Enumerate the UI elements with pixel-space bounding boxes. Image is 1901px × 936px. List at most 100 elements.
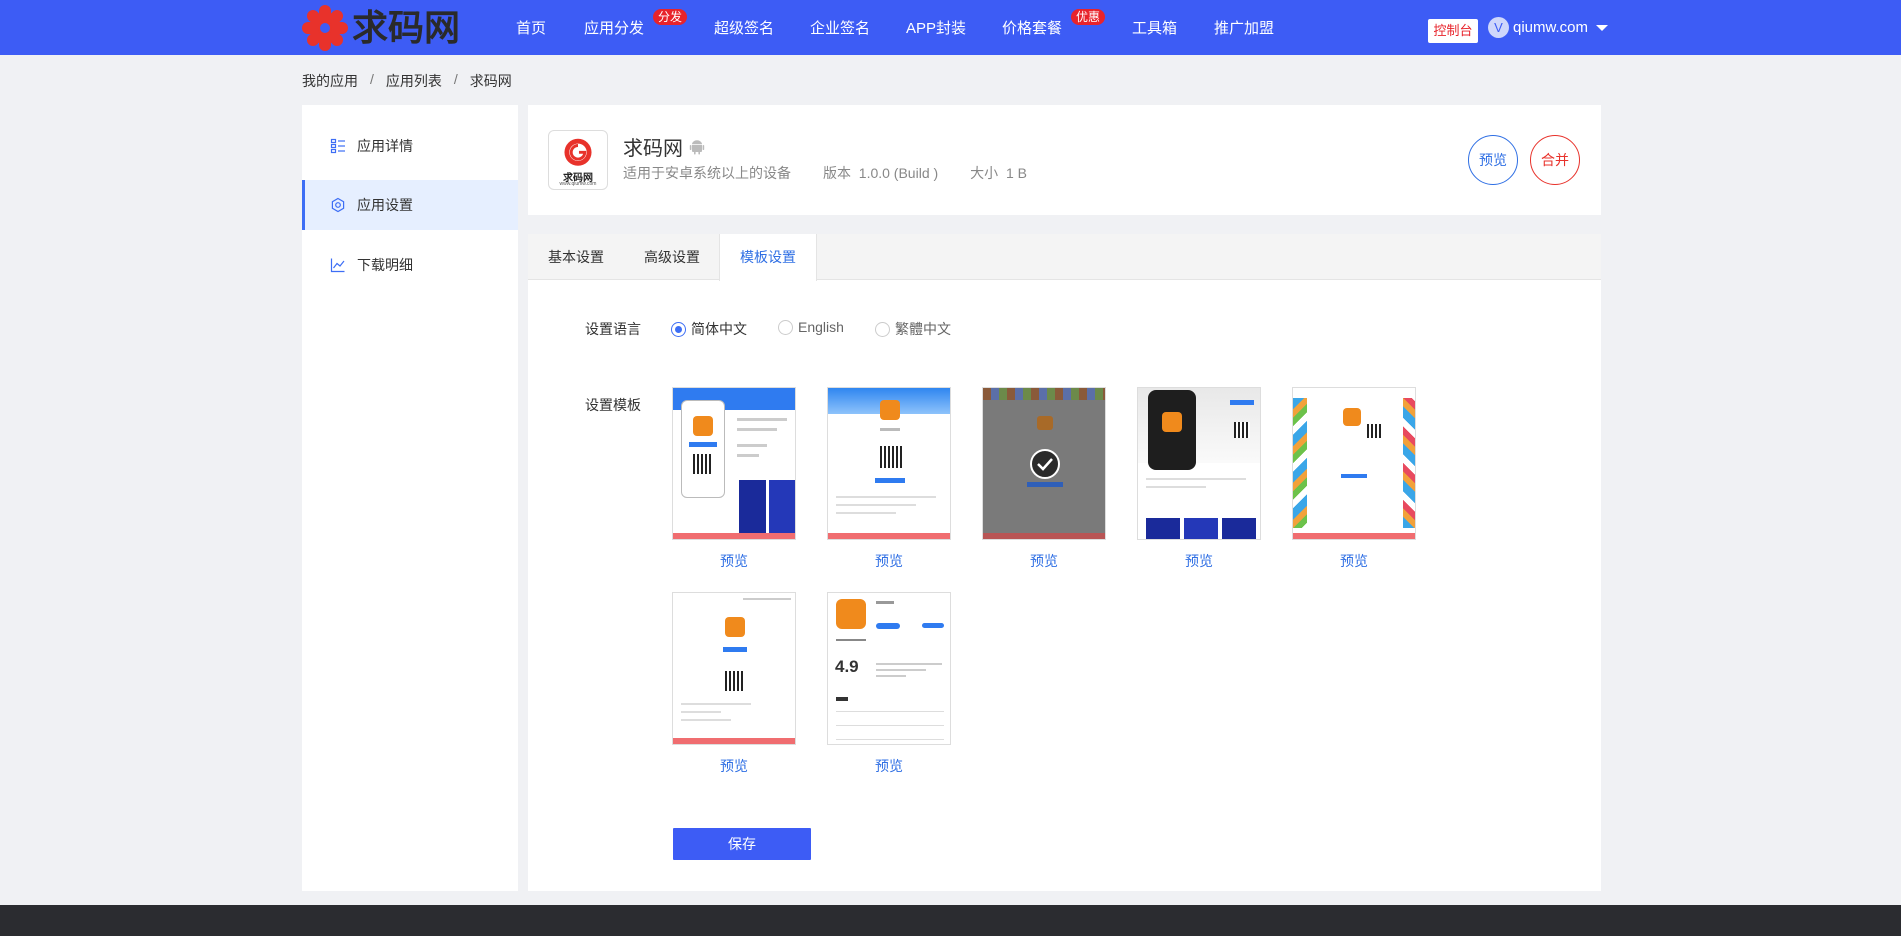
template-thumbnail[interactable] <box>672 592 796 745</box>
nav-label: 价格套餐 <box>1002 20 1063 37</box>
radio-indicator <box>671 321 686 337</box>
save-button[interactable]: 保存 <box>673 828 811 860</box>
console-button[interactable]: 控制台 <box>1428 19 1478 43</box>
chevron-down-icon <box>1596 24 1609 31</box>
chart-icon <box>330 258 345 273</box>
nav-badge-distribution: 分发 <box>653 9 688 25</box>
breadcrumb-separator: / <box>453 71 458 87</box>
nav-home[interactable]: 首页 <box>516 0 546 55</box>
size-label: 大小 <box>970 165 999 181</box>
template-thumbnail[interactable] <box>982 387 1106 540</box>
sidebar-item-label: 应用设置 <box>357 197 413 213</box>
site-logo[interactable]: 求码网 <box>302 3 460 53</box>
language-radio-zh-hant[interactable]: 繁體中文 <box>875 319 951 339</box>
breadcrumb: 我的应用 / 应用列表 / 求码网 <box>302 71 512 91</box>
sidebar-item-label: 应用详情 <box>357 138 413 154</box>
selected-check-icon <box>1030 449 1060 479</box>
template-preview-link[interactable]: 预览 <box>827 756 951 776</box>
nav-toolbox[interactable]: 工具箱 <box>1132 0 1177 55</box>
template-preview-link[interactable]: 预览 <box>672 756 796 776</box>
template-preview-link[interactable]: 预览 <box>1137 551 1261 571</box>
android-icon <box>689 139 705 154</box>
template-label: 设置模板 <box>585 397 641 413</box>
version-value: 1.0.0 (Build ) <box>858 165 939 181</box>
radio-indicator <box>778 319 793 335</box>
sidebar-item-download-details[interactable]: 下载明细 <box>302 240 518 290</box>
settings-panel: 基本设置 高级设置 模板设置 设置语言 简体中文 English 繁體中文 设置… <box>528 234 1601 891</box>
nav-app-distribution[interactable]: 应用分发 <box>584 0 644 55</box>
template-thumbnail[interactable] <box>1137 387 1261 540</box>
template-thumbnail[interactable] <box>672 387 796 540</box>
nav-label: 企业签名 <box>810 20 871 37</box>
radio-label: 简体中文 <box>691 321 747 337</box>
app-name: 求码网 <box>623 132 705 161</box>
tab-template-settings[interactable]: 模板设置 <box>719 234 817 281</box>
avatar: V <box>1488 17 1509 38</box>
template-thumbnail[interactable]: 4.9 <box>827 592 951 745</box>
template-option-5[interactable]: 预览 <box>1292 387 1416 571</box>
nav-promotion[interactable]: 推广加盟 <box>1214 0 1274 55</box>
sidebar-item-app-details[interactable]: 应用详情 <box>302 121 518 171</box>
breadcrumb-my-apps[interactable]: 我的应用 <box>302 71 358 91</box>
nav-label: 推广加盟 <box>1214 20 1275 37</box>
language-label: 设置语言 <box>585 321 641 337</box>
nav-label: APP封装 <box>906 20 967 37</box>
app-version: 版本 1.0.0 (Build ) <box>823 163 938 183</box>
page-footer <box>0 905 1901 936</box>
template-option-2[interactable]: 预览 <box>827 387 951 571</box>
app-logo-url: www.qiumw.com <box>559 181 597 187</box>
gear-icon <box>331 197 345 213</box>
app-meta: 适用于安卓系统以上的设备 版本 1.0.0 (Build ) 大小 1 B <box>623 163 1027 183</box>
preview-button[interactable]: 预览 <box>1468 135 1518 185</box>
template-preview-link[interactable]: 预览 <box>672 551 796 571</box>
template-thumbnail[interactable] <box>1292 387 1416 540</box>
username: qiumw.com <box>1513 19 1589 36</box>
template-option-3[interactable]: 预览 <box>982 387 1106 571</box>
radio-label: 繁體中文 <box>895 321 951 337</box>
template-option-6[interactable]: 预览 <box>672 592 796 776</box>
template-preview-link[interactable]: 预览 <box>1292 551 1416 571</box>
nav-super-signature[interactable]: 超级签名 <box>714 0 774 55</box>
sidebar-item-app-settings[interactable]: 应用设置 <box>302 180 518 230</box>
language-radio-english[interactable]: English <box>778 319 844 335</box>
nav-label: 应用分发 <box>584 20 645 37</box>
nav-enterprise-signature[interactable]: 企业签名 <box>810 0 870 55</box>
app-info-card: 求码网 www.qiumw.com 求码网 适用于安卓系统以上的设备 版本 1.… <box>528 105 1601 215</box>
logo-text: 求码网 <box>352 7 461 49</box>
nav-badge-discount: 优惠 <box>1071 9 1106 25</box>
nav-label: 首页 <box>516 20 547 37</box>
nav-app-wrap[interactable]: APP封装 <box>906 0 966 55</box>
version-label: 版本 <box>823 165 851 181</box>
nav-label: 超级签名 <box>714 20 775 37</box>
breadcrumb-separator: / <box>370 71 374 87</box>
flower-logo-icon <box>302 5 348 51</box>
nav-pricing[interactable]: 价格套餐 <box>1002 0 1062 55</box>
template-preview-link[interactable]: 预览 <box>827 551 951 571</box>
size-value: 1 B <box>1005 165 1027 181</box>
breadcrumb-app-list[interactable]: 应用列表 <box>386 71 442 91</box>
tab-basic-settings[interactable]: 基本设置 <box>528 234 624 280</box>
breadcrumb-current: 求码网 <box>469 73 512 89</box>
app-compat: 适用于安卓系统以上的设备 <box>623 165 791 181</box>
nav-label: 工具箱 <box>1132 20 1178 37</box>
top-navbar: 求码网 首页 应用分发 分发 超级签名 企业签名 APP封装 价格套餐 优惠 工… <box>0 0 1901 55</box>
user-menu[interactable]: V qiumw.com <box>1488 0 1609 55</box>
sidebar-item-label: 下载明细 <box>357 257 413 273</box>
template-rating: 4.9 <box>835 657 859 676</box>
merge-button[interactable]: 合并 <box>1530 135 1580 185</box>
template-thumbnail[interactable] <box>827 387 951 540</box>
language-radio-zh-hans[interactable]: 简体中文 <box>671 319 747 339</box>
template-option-4[interactable]: 预览 <box>1137 387 1261 571</box>
template-option-7[interactable]: 4.9 预览 <box>827 592 951 776</box>
app-name-text: 求码网 <box>623 138 683 160</box>
sidebar: 应用详情 应用设置 下载明细 <box>302 105 518 891</box>
template-option-1[interactable]: 预览 <box>672 387 796 571</box>
template-preview-link[interactable]: 预览 <box>982 551 1106 571</box>
tab-advanced-settings[interactable]: 高级设置 <box>624 234 720 280</box>
list-icon <box>330 138 345 154</box>
app-size: 大小 1 B <box>970 163 1027 183</box>
radio-indicator <box>875 321 890 337</box>
app-logo: 求码网 www.qiumw.com <box>548 130 608 190</box>
radio-label: English <box>798 319 844 335</box>
settings-tabs: 基本设置 高级设置 模板设置 <box>528 234 1601 281</box>
